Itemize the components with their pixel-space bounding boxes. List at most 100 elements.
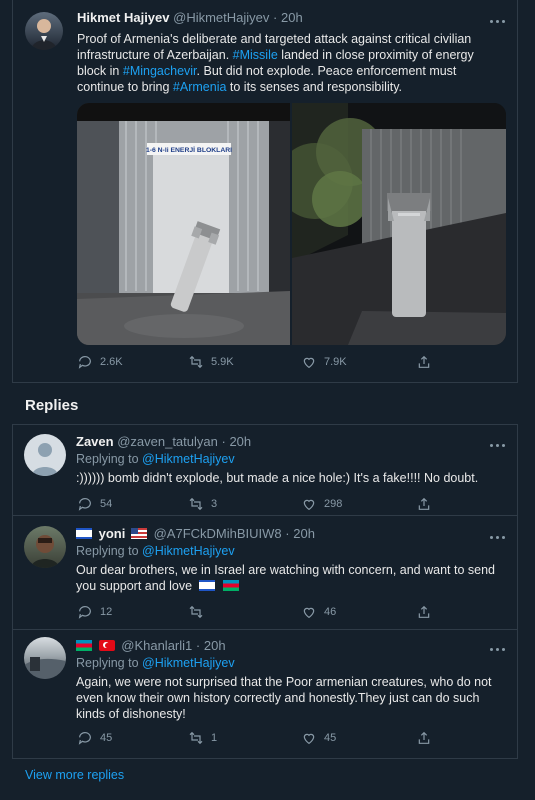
reply-author-name[interactable]: Zaven (76, 434, 114, 449)
like-count: 298 (324, 498, 343, 510)
like-count: 45 (324, 732, 337, 744)
turkey-flag-icon (98, 640, 115, 651)
reply-avatar[interactable] (24, 526, 66, 568)
reply-divider (12, 758, 518, 759)
author-avatar[interactable] (25, 12, 63, 50)
replying-to-handle[interactable]: @HikmetHajiyev (142, 544, 235, 558)
reply-text: Our dear brothers, we in Israel are watc… (76, 562, 501, 594)
reply-author-handle[interactable]: @Khanlarli1 (121, 638, 192, 653)
author-name[interactable]: Hikmet Hajiyev (77, 10, 170, 25)
reply-icon (78, 732, 91, 745)
replying-to-handle[interactable]: @HikmetHajiyev (142, 452, 235, 466)
tweet-time[interactable]: 20h (281, 10, 303, 25)
replying-to: Replying to @HikmetHajiyev (76, 544, 235, 558)
separator-dot: · (273, 10, 278, 25)
reply-count: 2.6K (100, 356, 123, 368)
share-action[interactable] (416, 730, 432, 746)
reply-header: @Khanlarli1 · 20h (76, 638, 226, 653)
retweet-count: 1 (211, 732, 218, 744)
like-action[interactable]: 45 (301, 730, 336, 746)
replying-to: Replying to @HikmetHajiyev (76, 656, 235, 670)
retweet-action[interactable]: 1 (188, 730, 217, 746)
share-action[interactable] (416, 604, 432, 620)
reply-tweet[interactable]: yoni @A7FCkDMihBIUIW8 · 20h Replying to … (12, 516, 518, 629)
separator-dot: · (285, 526, 290, 541)
hashtag-mingachevir[interactable]: #Mingachevir (123, 64, 197, 78)
tweet-text: Proof of Armenia's deliberate and target… (77, 31, 497, 95)
main-tweet-header: Hikmet Hajiyev @HikmetHajiyev · 20h (77, 10, 303, 25)
media-image-left[interactable]: 1-6 N-li ENERJİ BLOKLARI (77, 103, 290, 345)
reply-author-handle[interactable]: @zaven_tatulyan (117, 434, 218, 449)
hashtag-missile[interactable]: #Missile (233, 48, 278, 62)
reply-time[interactable]: 20h (229, 434, 251, 449)
separator-dot: · (221, 434, 226, 449)
replying-to-label: Replying to (76, 656, 139, 670)
retweet-icon (189, 355, 203, 369)
view-more-replies-link[interactable]: View more replies (25, 768, 124, 782)
heart-icon (303, 499, 315, 511)
reply-text-content: Our dear brothers, we in Israel are watc… (76, 563, 495, 593)
more-options-icon[interactable] (490, 644, 506, 654)
heart-icon (303, 357, 315, 369)
reply-action[interactable]: 54 (77, 496, 112, 512)
reply-action[interactable]: 2.6K (77, 354, 123, 370)
main-tweet[interactable]: Hikmet Hajiyev @HikmetHajiyev · 20h Proo… (12, 0, 518, 383)
like-count: 7.9K (324, 356, 347, 368)
usa-flag-icon (130, 528, 147, 539)
retweet-count: 3 (211, 498, 218, 510)
replying-to-label: Replying to (76, 452, 139, 466)
reply-header: yoni @A7FCkDMihBIUIW8 · 20h (76, 526, 315, 541)
reply-icon (78, 606, 91, 619)
image-sign: 1-6 N-li ENERJİ BLOKLARI (146, 146, 232, 154)
more-options-icon[interactable] (490, 16, 506, 26)
share-icon (418, 605, 430, 618)
media-image-right[interactable] (277, 103, 506, 345)
replying-to-label: Replying to (76, 544, 139, 558)
reply-avatar[interactable] (24, 637, 66, 679)
replying-to-handle[interactable]: @HikmetHajiyev (142, 656, 235, 670)
share-icon (418, 497, 430, 510)
retweet-icon (189, 605, 203, 619)
share-icon (418, 355, 430, 368)
retweet-action[interactable] (188, 604, 211, 620)
like-action[interactable]: 46 (301, 604, 336, 620)
reply-text: :)))))) bomb didn't explode, but made a … (76, 471, 479, 485)
israel-flag-icon (198, 580, 215, 591)
like-action[interactable]: 7.9K (301, 354, 347, 370)
reply-author-handle[interactable]: @A7FCkDMihBIUIW8 (154, 526, 282, 541)
author-handle[interactable]: @HikmetHajiyev (173, 10, 269, 25)
azerbaijan-flag-icon (76, 640, 92, 651)
retweet-action[interactable]: 3 (188, 496, 217, 512)
like-action[interactable]: 298 (301, 496, 342, 512)
hashtag-armenia[interactable]: #Armenia (173, 80, 227, 94)
reply-count: 12 (100, 606, 113, 618)
retweet-icon (189, 731, 203, 745)
tweet-media[interactable]: 1-6 N-li ENERJİ BLOKLARI (77, 103, 506, 345)
reply-icon (78, 356, 91, 369)
reply-tweet[interactable]: @Khanlarli1 · 20h Replying to @HikmetHaj… (12, 630, 518, 758)
share-action[interactable] (416, 496, 432, 512)
heart-icon (303, 733, 315, 745)
replying-to: Replying to @HikmetHajiyev (76, 452, 235, 466)
separator-dot: · (195, 638, 201, 653)
more-options-icon[interactable] (490, 440, 506, 450)
reply-time[interactable]: 20h (293, 526, 315, 541)
reply-author-name[interactable]: yoni (99, 526, 126, 541)
tweet-thread: Hikmet Hajiyev @HikmetHajiyev · 20h Proo… (0, 0, 535, 800)
azerbaijan-flag-icon (223, 580, 240, 591)
share-icon (418, 731, 430, 744)
replies-heading: Replies (25, 397, 79, 414)
reply-action[interactable]: 45 (77, 730, 112, 746)
reply-action[interactable]: 12 (77, 604, 112, 620)
reply-time[interactable]: 20h (204, 638, 226, 653)
reply-tweet[interactable]: Zaven @zaven_tatulyan · 20h Replying to … (12, 424, 518, 515)
reply-text: Again, we were not surprised that the Po… (76, 675, 492, 721)
retweet-icon (189, 497, 203, 511)
retweet-action[interactable]: 5.9K (188, 354, 234, 370)
reply-avatar[interactable] (24, 434, 66, 476)
like-count: 46 (324, 606, 337, 618)
share-action[interactable] (416, 354, 432, 370)
reply-header: Zaven @zaven_tatulyan · 20h (76, 434, 251, 449)
retweet-count: 5.9K (211, 356, 234, 368)
more-options-icon[interactable] (490, 532, 506, 542)
